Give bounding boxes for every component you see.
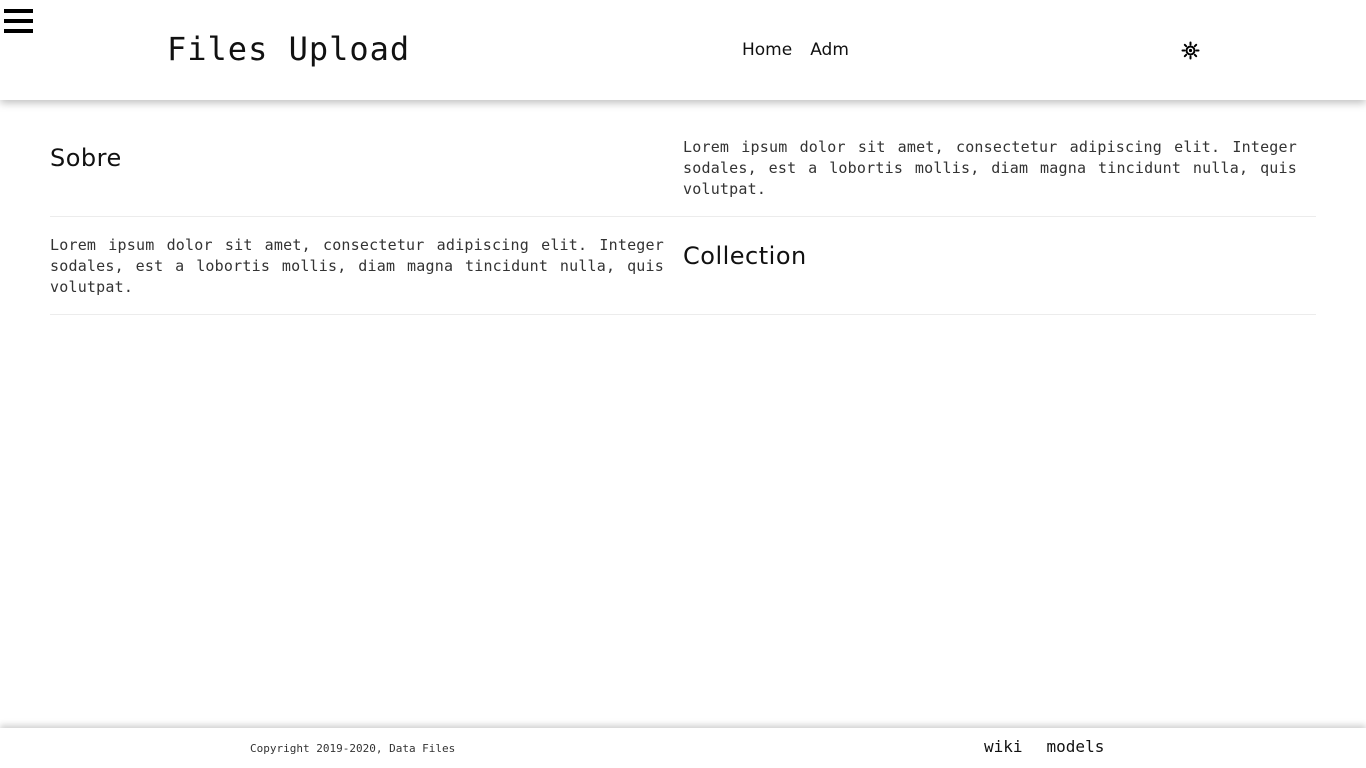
hamburger-menu-icon[interactable] [4, 7, 34, 34]
section-text-sobre: Lorem ipsum dolor sit amet, consectetur … [683, 138, 1297, 198]
section-text-cell: Lorem ipsum dolor sit amet, consectetur … [50, 235, 683, 298]
section-heading-cell: Collection [683, 235, 1316, 298]
main-content: Sobre Lorem ipsum dolor sit amet, consec… [50, 100, 1316, 315]
section-row-sobre: Sobre Lorem ipsum dolor sit amet, consec… [50, 100, 1316, 217]
nav-link-home[interactable]: Home [742, 40, 792, 60]
sun-icon[interactable] [1181, 41, 1200, 60]
site-header: Files Upload Home Adm [0, 0, 1366, 100]
site-title: Files Upload [167, 30, 411, 68]
nav-link-adm[interactable]: Adm [810, 40, 849, 60]
main-nav: Home Adm [742, 40, 849, 60]
footer-link-wiki[interactable]: wiki [984, 737, 1023, 756]
section-heading-sobre: Sobre [50, 144, 122, 172]
section-heading-cell: Sobre [50, 137, 683, 200]
section-text-cell: Lorem ipsum dolor sit amet, consectetur … [683, 137, 1316, 200]
site-footer: Copyright 2019-2020, Data Files wiki mod… [0, 728, 1366, 768]
footer-links: wiki models [984, 737, 1104, 756]
section-heading-collection: Collection [683, 242, 807, 270]
section-row-collection: Lorem ipsum dolor sit amet, consectetur … [50, 217, 1316, 315]
section-text-collection: Lorem ipsum dolor sit amet, consectetur … [50, 236, 664, 296]
copyright-text: Copyright 2019-2020, Data Files [250, 742, 456, 755]
footer-link-models[interactable]: models [1047, 737, 1105, 756]
